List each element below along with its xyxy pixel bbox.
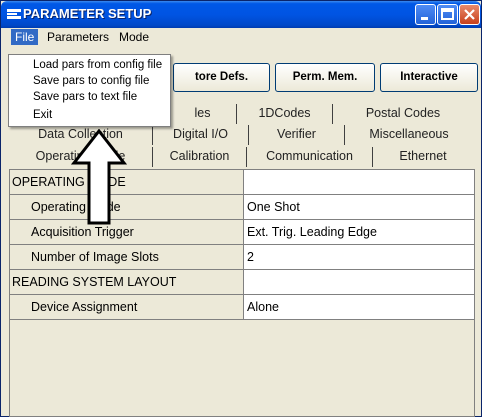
permanent-memory-button[interactable]: Perm. Mem. — [275, 63, 375, 92]
tab-postal-codes[interactable]: Postal Codes — [333, 104, 473, 124]
menu-save-pars-text[interactable]: Save pars to text file — [33, 90, 137, 104]
app-logo-icon — [7, 9, 21, 19]
tab-digital-io[interactable]: Digital I/O — [153, 125, 249, 145]
interactive-button[interactable]: Interactive — [380, 63, 478, 92]
grid-row-label: Device Assignment — [10, 295, 244, 319]
grid-section-header: READING SYSTEM LAYOUT — [10, 270, 474, 295]
maximize-button[interactable] — [437, 4, 458, 25]
grid-row-label: Operating Mode — [10, 195, 244, 219]
grid-row-label: OPERATING MODE — [10, 170, 244, 194]
menu-exit[interactable]: Exit — [33, 108, 52, 122]
grid-row-value[interactable]: Ext. Trig. Leading Edge — [244, 220, 474, 244]
tab-verifier[interactable]: Verifier — [249, 125, 345, 145]
restore-defaults-button[interactable]: tore Defs. — [173, 63, 270, 92]
grid-row[interactable]: Device Assignment Alone — [10, 295, 474, 320]
menu-save-pars-config[interactable]: Save pars to config file — [33, 74, 149, 88]
menu-mode[interactable]: Mode — [115, 29, 153, 45]
grid-row-label: Acquisition Trigger — [10, 220, 244, 244]
minimize-icon — [421, 17, 428, 20]
tab-ethernet[interactable]: Ethernet — [373, 147, 473, 167]
parameter-setup-window: PARAMETER SETUP File Parameters Mode tor… — [0, 0, 482, 417]
file-menu-dropdown: Load pars from config file Save pars to … — [8, 54, 171, 127]
menu-file[interactable]: File — [11, 29, 39, 45]
grid-row-value — [244, 170, 474, 194]
menu-load-pars-config[interactable]: Load pars from config file — [33, 58, 162, 72]
close-button[interactable] — [459, 4, 480, 25]
grid-row-value — [244, 270, 474, 294]
grid-row-value[interactable]: One Shot — [244, 195, 474, 219]
tab-1dcodes[interactable]: 1DCodes — [237, 104, 333, 124]
grid-row-value[interactable]: Alone — [244, 295, 474, 319]
tab-calibration[interactable]: Calibration — [153, 147, 247, 167]
minimize-button[interactable] — [415, 4, 436, 25]
window-title: PARAMETER SETUP — [23, 6, 152, 21]
up-arrow-annotation — [71, 129, 127, 225]
tab-miscellaneous[interactable]: Miscellaneous — [345, 125, 473, 145]
grid-row[interactable]: Number of Image Slots 2 — [10, 245, 474, 270]
tab-communication[interactable]: Communication — [247, 147, 373, 167]
menu-bar: File Parameters Mode — [1, 28, 481, 46]
menu-parameters[interactable]: Parameters — [43, 29, 113, 45]
grid-row-label: Number of Image Slots — [10, 245, 244, 269]
maximize-icon — [441, 8, 454, 20]
tab-codes[interactable]: les — [169, 104, 237, 124]
grid-row-value[interactable]: 2 — [244, 245, 474, 269]
title-bar[interactable]: PARAMETER SETUP — [1, 1, 481, 28]
close-icon — [464, 9, 475, 20]
grid-row-label: READING SYSTEM LAYOUT — [10, 270, 244, 294]
